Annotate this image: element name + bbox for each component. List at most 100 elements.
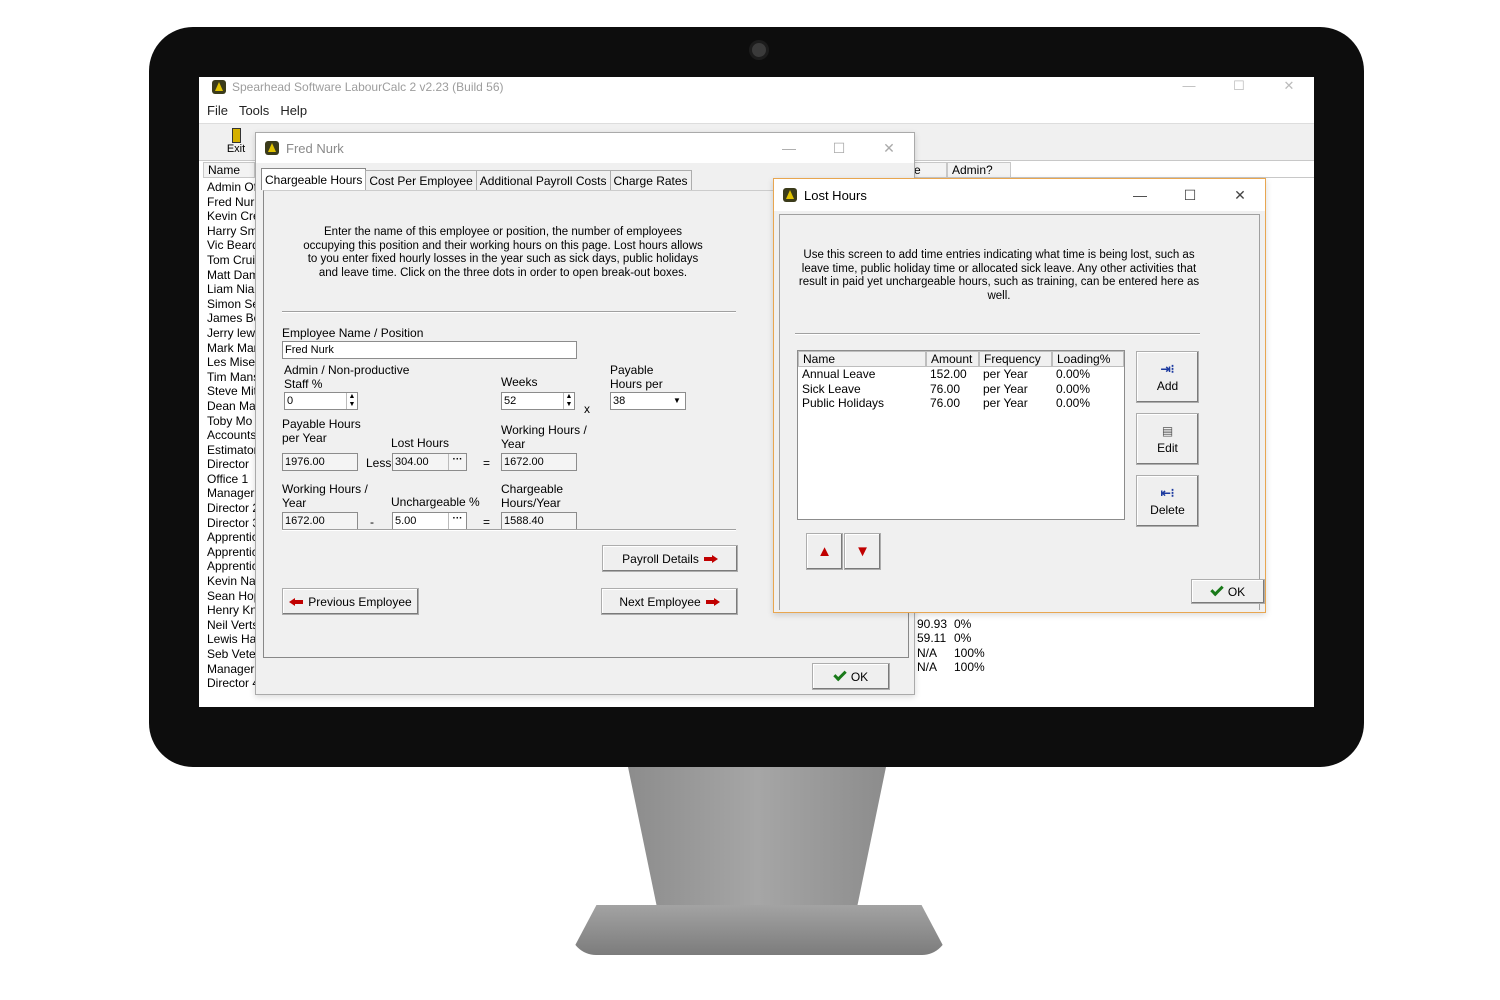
employee-list-item[interactable]: Vic Beard (207, 238, 261, 253)
employee-list-item[interactable]: Liam Nial (207, 282, 261, 297)
minus-operator: - (370, 515, 374, 529)
spinner-arrows-icon[interactable]: ▲ ▼ (563, 393, 574, 409)
employee-list-item[interactable]: Manager (207, 662, 261, 677)
menu-file[interactable]: File (207, 103, 228, 118)
employee-list-item[interactable]: Dean Ma (207, 399, 261, 414)
employee-list-item[interactable]: Manager (207, 486, 261, 501)
column-header-admin[interactable]: Admin? (947, 162, 1011, 178)
lost-hours-field[interactable]: 304.00 ··· (392, 453, 467, 471)
employee-name-input[interactable]: Fred Nurk (282, 341, 577, 359)
ellipsis-icon[interactable]: ··· (448, 513, 466, 529)
employee-list-item[interactable]: Kevin Nai (207, 574, 261, 589)
next-employee-label: Next Employee (619, 594, 701, 609)
delete-entry-icon: ⇤⁝ (1160, 485, 1175, 500)
maximize-icon[interactable]: ☐ (814, 133, 864, 163)
admin-cell: 0% (954, 631, 972, 646)
table-row[interactable]: Sick Leave 76.00 per Year 0.00% (798, 382, 1124, 397)
minimize-icon[interactable]: — (764, 133, 814, 163)
spearhead-logo-icon (211, 79, 227, 95)
employee-list-item[interactable]: Director 4 (207, 676, 261, 691)
employee-list-item[interactable]: Neil Verts (207, 618, 261, 633)
ellipsis-icon[interactable]: ··· (448, 454, 466, 470)
tab-cost-per-employee[interactable]: Cost Per Employee (365, 170, 477, 190)
table-row[interactable]: Public Holidays 76.00 per Year 0.00% (798, 396, 1124, 411)
col-amount-header[interactable]: Amount (926, 351, 979, 367)
employee-list-item[interactable]: Tim Mans (207, 370, 261, 385)
employee-list-item[interactable]: Matt Dam (207, 268, 261, 283)
menu-help[interactable]: Help (280, 103, 307, 118)
payable-hours-week-select[interactable]: 38 ▼ (610, 392, 686, 410)
minimize-icon[interactable]: — (1164, 77, 1214, 97)
add-button[interactable]: ⇥⁝ Add (1136, 351, 1199, 403)
employee-list-item[interactable]: James Bo (207, 311, 261, 326)
column-header-rate[interactable]: e Rate (911, 162, 947, 191)
delete-button[interactable]: ⇤⁝ Delete (1136, 475, 1199, 527)
lost-hours-value: 304.00 (395, 456, 429, 468)
employee-list-item[interactable]: Steve Mit (207, 384, 261, 399)
employee-list-item[interactable]: Seb Vete (207, 647, 261, 662)
employee-list-item[interactable]: Estimator (207, 443, 261, 458)
employee-list-item[interactable]: Director 2 (207, 501, 261, 516)
move-down-button[interactable]: ▼ (844, 533, 881, 570)
employee-list-item[interactable]: Henry Kn (207, 603, 261, 618)
employee-list-item[interactable]: Harry Sm (207, 224, 261, 239)
payroll-details-button[interactable]: Payroll Details (602, 545, 738, 572)
tab-chargeable-hours[interactable]: Chargeable Hours (261, 168, 367, 190)
tab-additional-payroll-costs[interactable]: Additional Payroll Costs (475, 170, 611, 190)
employee-ok-button[interactable]: OK (812, 663, 890, 690)
employee-list-item[interactable]: Mark Mar (207, 341, 261, 356)
edit-label: Edit (1157, 440, 1178, 455)
lost-hours-table[interactable]: Name Amount Frequency Loading% Annual Le… (797, 350, 1125, 520)
next-employee-button[interactable]: Next Employee (601, 588, 738, 615)
table-row[interactable]: Annual Leave 152.00 per Year 0.00% (798, 367, 1124, 382)
edit-button[interactable]: ▤ Edit (1136, 413, 1199, 465)
employee-list-item[interactable]: Jerry lewi (207, 326, 261, 341)
admin-staff-spinner[interactable]: 0 ▲ ▼ (284, 392, 358, 410)
employee-list-item[interactable]: Toby Mo (207, 414, 261, 429)
arrow-right-icon (703, 554, 718, 563)
add-label: Add (1156, 378, 1179, 393)
col-name-header[interactable]: Name (798, 351, 926, 367)
close-icon[interactable]: ✕ (1264, 77, 1314, 97)
maximize-icon[interactable]: ☐ (1165, 179, 1215, 211)
admin-cell: 100% (954, 645, 985, 660)
employee-list-item[interactable]: Fred Nurk (207, 195, 261, 210)
employee-list-item[interactable]: Les Miser (207, 355, 261, 370)
move-up-button[interactable]: ▲ (806, 533, 843, 570)
employee-list-item[interactable]: Simon Se (207, 297, 261, 312)
rate-row[interactable]: N/A 100% (917, 646, 985, 661)
rate-row[interactable]: N/A 100% (917, 660, 985, 675)
col-frequency-header[interactable]: Frequency (979, 351, 1052, 367)
col-loading-header[interactable]: Loading% (1052, 351, 1124, 367)
rate-row[interactable]: 59.11 0% (917, 631, 985, 646)
employee-list-item[interactable]: Accounts (207, 428, 261, 443)
employee-list-item[interactable]: Lewis Ha (207, 632, 261, 647)
employee-list-item[interactable]: Admin Of (207, 180, 261, 195)
employee-list-item[interactable]: Kevin Cre (207, 209, 261, 224)
tab-charge-rates[interactable]: Charge Rates (609, 170, 692, 190)
chevron-down-icon[interactable]: ▼ (669, 393, 685, 409)
employee-list-item[interactable]: Director 3 (207, 516, 261, 531)
close-icon[interactable]: ✕ (864, 133, 914, 163)
unchargeable-field[interactable]: 5.00 ··· (392, 512, 467, 530)
employee-list-item[interactable]: Office 1 (207, 472, 261, 487)
close-icon[interactable]: ✕ (1215, 179, 1265, 211)
previous-employee-button[interactable]: Previous Employee (282, 588, 419, 615)
employee-list-item[interactable]: Apprentic (207, 559, 261, 574)
employee-list-item[interactable]: Director (207, 457, 261, 472)
lost-hours-ok-button[interactable]: OK (1191, 579, 1265, 604)
spinner-arrows-icon[interactable]: ▲ ▼ (346, 393, 357, 409)
employee-list-item[interactable]: Tom Cruis (207, 253, 261, 268)
employee-list-item[interactable]: Apprentic (207, 545, 261, 560)
column-header-name[interactable]: Name (203, 162, 255, 178)
employee-list-item[interactable]: Sean Hop (207, 589, 261, 604)
exit-button[interactable]: Exit (219, 126, 253, 155)
rate-row[interactable]: 90.93 0% (917, 617, 985, 632)
minimize-icon[interactable]: — (1115, 179, 1165, 211)
edit-icon: ▤ (1161, 423, 1174, 438)
menu-tools[interactable]: Tools (239, 103, 269, 118)
maximize-icon[interactable]: ☐ (1214, 77, 1264, 97)
employee-list-item[interactable]: Apprentic (207, 530, 261, 545)
weeks-spinner[interactable]: 52 ▲ ▼ (501, 392, 575, 410)
divider (282, 311, 736, 313)
